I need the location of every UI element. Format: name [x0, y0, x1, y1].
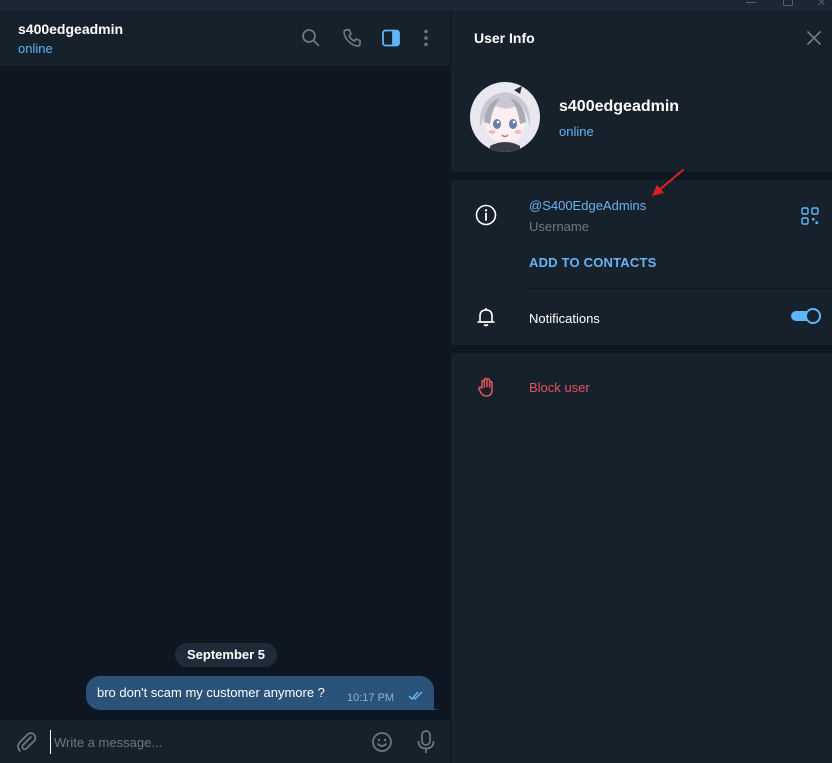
- maximize-window-button[interactable]: [781, 0, 795, 6]
- message-tail: [428, 702, 440, 710]
- username-label: Username: [529, 219, 589, 234]
- profile-status: online: [559, 124, 594, 139]
- notifications-toggle[interactable]: [791, 308, 821, 324]
- sidebar-toggle-icon[interactable]: [380, 27, 402, 49]
- section-separator: [451, 172, 832, 180]
- user-info-panel: User Info s400edgeadmin online @S400Edge…: [451, 10, 832, 763]
- double-check-icon: [408, 691, 423, 701]
- outgoing-message[interactable]: bro don't scam my customer anymore ? 10:…: [86, 676, 434, 710]
- profile-name: s400edgeadmin: [559, 98, 680, 115]
- chat-header[interactable]: s400edgeadmin online: [0, 10, 450, 66]
- search-icon[interactable]: [300, 27, 322, 49]
- add-to-contacts-button[interactable]: ADD TO CONTACTS: [529, 255, 656, 270]
- hand-stop-icon: [478, 377, 493, 397]
- close-icon[interactable]: [805, 29, 823, 47]
- message-composer: [0, 720, 450, 763]
- message-time: 10:17 PM: [347, 692, 395, 704]
- annotation-arrow-icon: [652, 169, 684, 196]
- block-user-button[interactable]: Block user: [529, 380, 590, 395]
- message-text: bro don't scam my customer anymore ?: [97, 685, 325, 700]
- section-separator: [451, 345, 832, 353]
- date-separator: September 5: [175, 643, 278, 667]
- minimize-window-button[interactable]: [744, 0, 758, 6]
- chat-title: s400edgeadmin: [18, 21, 124, 37]
- bell-icon: [477, 308, 495, 327]
- microphone-icon[interactable]: [414, 729, 438, 755]
- qr-code-icon[interactable]: [801, 207, 819, 225]
- more-vertical-icon[interactable]: [415, 27, 437, 49]
- row-divider: [529, 288, 832, 289]
- attach-icon[interactable]: [14, 730, 38, 754]
- phone-icon[interactable]: [341, 27, 363, 49]
- panel-title: User Info: [474, 30, 535, 46]
- avatar[interactable]: [470, 82, 540, 152]
- chat-panel: s400edgeadmin online September 5 bro don…: [0, 10, 450, 763]
- notifications-label: Notifications: [529, 311, 600, 326]
- message-input[interactable]: [50, 730, 356, 754]
- avatar-image: [470, 82, 540, 152]
- info-icon: [475, 204, 497, 226]
- close-window-button[interactable]: [815, 0, 829, 6]
- window-titlebar: [0, 0, 832, 10]
- chat-status: online: [18, 41, 53, 56]
- emoji-icon[interactable]: [370, 730, 394, 754]
- username-value[interactable]: @S400EdgeAdmins: [529, 198, 646, 213]
